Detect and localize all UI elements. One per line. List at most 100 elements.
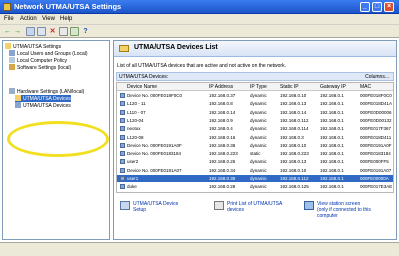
cell-gateway-ip: 192.168.0.1 (320, 142, 344, 148)
properties-icon[interactable] (59, 27, 68, 36)
cell-static-ip: 192.168.0.14 (280, 109, 307, 115)
columns-button[interactable]: Columns... (365, 74, 389, 80)
cell-mac: 000FE00000A (360, 176, 389, 181)
cell-ip-address: 192.168.0.8 (209, 101, 233, 107)
device-icon (120, 151, 125, 157)
cell-ip-address: 192.168.0.26 (209, 159, 236, 165)
cell-ip-address: 192.168.0.28 (209, 184, 236, 190)
cell-ip-type: dynamic (250, 142, 267, 148)
tree-item-local-users[interactable]: Local Users and Groups (Local) (9, 50, 88, 57)
menu-file[interactable]: File (4, 16, 14, 22)
table-row[interactable]: L120-04 192.168.0.9 dynamic 192.168.0.112 19… (117, 117, 393, 124)
table-row[interactable]: neotux 192.168.0.4 dynamic 192.168.0.114 192… (117, 125, 393, 132)
table-row[interactable]: user2 192.168.0.26 dynamic 192.168.0.13 192.… (117, 158, 393, 165)
table-row[interactable]: user1 192.168.0.39 dynamic 192.168.0.112 192… (117, 175, 393, 182)
device-icon (120, 159, 125, 165)
list-title: UTMA/UTSA Devices: (119, 74, 169, 80)
cell-mac: 000FE0191A07 (360, 167, 392, 173)
cell-device-name: user1 (127, 176, 139, 181)
cell-device-name: neotux (127, 126, 141, 132)
device-icon (120, 93, 125, 98)
tree-item-hardware[interactable]: Hardware Settings (LAN/local) (9, 88, 84, 95)
hardware-icon (9, 88, 15, 94)
menu-help[interactable]: Help (60, 16, 72, 22)
device-icon (120, 109, 125, 115)
cell-device-name: user2 (127, 159, 139, 165)
export-icon[interactable] (70, 27, 79, 36)
cell-device-name: L110 - 07 (127, 109, 146, 115)
tree-item-devices-2[interactable]: UTMA/UTSA Devices (15, 102, 71, 109)
panel-header: UTMA/UTSA Devices List (114, 41, 396, 57)
cell-static-ip: 192.168.0.114 (280, 126, 309, 132)
table-row[interactable]: Device No. 000FE0191A07 192.168.0.34 dynam… (117, 167, 393, 174)
devices-icon (15, 95, 21, 101)
maximize-button[interactable]: □ (372, 2, 382, 12)
col-device-name[interactable]: Device Name (127, 84, 157, 90)
cell-mac: 000FE0D00132 (360, 117, 392, 123)
folder-icon (5, 43, 11, 49)
cell-mac: 000FE018D41A (360, 101, 393, 107)
tree-item-software[interactable]: Software Settings (local) (9, 64, 71, 71)
table-row[interactable]: duke 192.168.0.28 dynamic 192.168.0.125 192.… (117, 183, 393, 190)
cell-ip-type: dynamic (250, 93, 267, 98)
col-gateway-ip[interactable]: Gateway IP (320, 84, 346, 90)
cell-device-name: Device No. 000FE0191A0F (127, 142, 182, 148)
cell-ip-address: 192.168.0.223 (209, 151, 238, 157)
cell-gateway-ip: 192.168.0.1 (320, 93, 344, 98)
up-folder-icon[interactable] (26, 27, 35, 36)
cell-static-ip: 192.168.0.125 (280, 184, 309, 190)
cell-device-name: Device No. 000FE0183184 (127, 151, 182, 157)
help-icon[interactable]: ? (81, 27, 90, 36)
device-icon (120, 117, 125, 123)
cell-ip-address: 192.168.0.14 (209, 109, 236, 115)
cell-gateway-ip: 192.168.0.1 (320, 126, 344, 132)
col-ip-address[interactable]: IP Address (209, 84, 233, 90)
table-row[interactable]: L120-08 192.168.0.16 dynamic 192.168.0.3 192… (117, 134, 393, 141)
cell-ip-address: 192.168.0.4 (209, 126, 233, 132)
table-row[interactable]: L110 - 07 192.168.0.14 dynamic 192.168.0.14… (117, 109, 393, 116)
cell-gateway-ip: 192.168.0.1 (320, 159, 344, 165)
cell-gateway-ip: 192.168.0.1 (320, 176, 344, 181)
tree-item-devices[interactable]: UTMA/UTSA Devices (15, 95, 71, 102)
table-row[interactable]: Device No. 000FE0191A0F 192.168.0.38 dynam… (117, 142, 393, 149)
tree-item-local-policy[interactable]: Local Computer Policy (9, 57, 67, 64)
device-icon (120, 142, 125, 148)
cell-static-ip: 192.168.0.112 (280, 176, 309, 181)
cell-ip-type: dynamic (250, 101, 267, 107)
cell-ip-address: 192.168.0.16 (209, 134, 236, 140)
tree-root[interactable]: UTMA/UTSA Settings (5, 43, 61, 50)
cell-ip-address: 192.168.0.9 (209, 117, 233, 123)
monitor-icon (304, 201, 314, 210)
cell-ip-address: 192.168.0.34 (209, 167, 236, 173)
table-row[interactable]: Device No. 000FE018F0C0 192.168.0.37 dynam… (117, 92, 393, 99)
table-row[interactable]: Device No. 000FE0183184 192.168.0.223 stat… (117, 150, 393, 157)
cell-mac: 000FE0191A0F (360, 142, 392, 148)
cell-ip-type: dynamic (250, 109, 267, 115)
cell-ip-address: 192.168.0.39 (209, 176, 236, 181)
menu-action[interactable]: Action (20, 16, 37, 22)
folder-icon (119, 45, 129, 52)
minimize-button[interactable]: _ (360, 2, 370, 12)
menu-view[interactable]: View (42, 16, 55, 22)
cell-mac: 000FE0D00006 (360, 109, 392, 115)
col-mac[interactable]: MAC (360, 84, 371, 90)
users-icon (9, 50, 15, 56)
cell-gateway-ip: 192.168.0.1 (320, 117, 344, 123)
col-static-ip[interactable]: Static IP (280, 84, 299, 90)
window-title: Network UTMA/UTSA Settings (14, 2, 122, 11)
cell-static-ip: 192.168.0.13 (280, 101, 307, 107)
device-icon (120, 176, 125, 181)
close-button[interactable]: × (384, 2, 394, 12)
cell-ip-type: dynamic (250, 176, 267, 181)
cell-device-name: L120-04 (127, 117, 144, 123)
devices-icon (15, 102, 21, 108)
table-row[interactable]: L120 - 11 192.168.0.8 dynamic 192.168.0.13 1… (117, 100, 393, 107)
cell-static-ip: 192.168.0.112 (280, 117, 309, 123)
show-tree-icon[interactable] (37, 27, 46, 36)
col-ip-type[interactable]: IP Type (250, 84, 267, 90)
delete-icon[interactable]: ✕ (48, 27, 57, 36)
cell-gateway-ip: 192.168.0.1 (320, 184, 344, 190)
back-icon[interactable]: ← (3, 27, 12, 36)
cell-gateway-ip: 192.168.0.1 (320, 101, 344, 107)
forward-icon[interactable]: → (13, 27, 22, 36)
